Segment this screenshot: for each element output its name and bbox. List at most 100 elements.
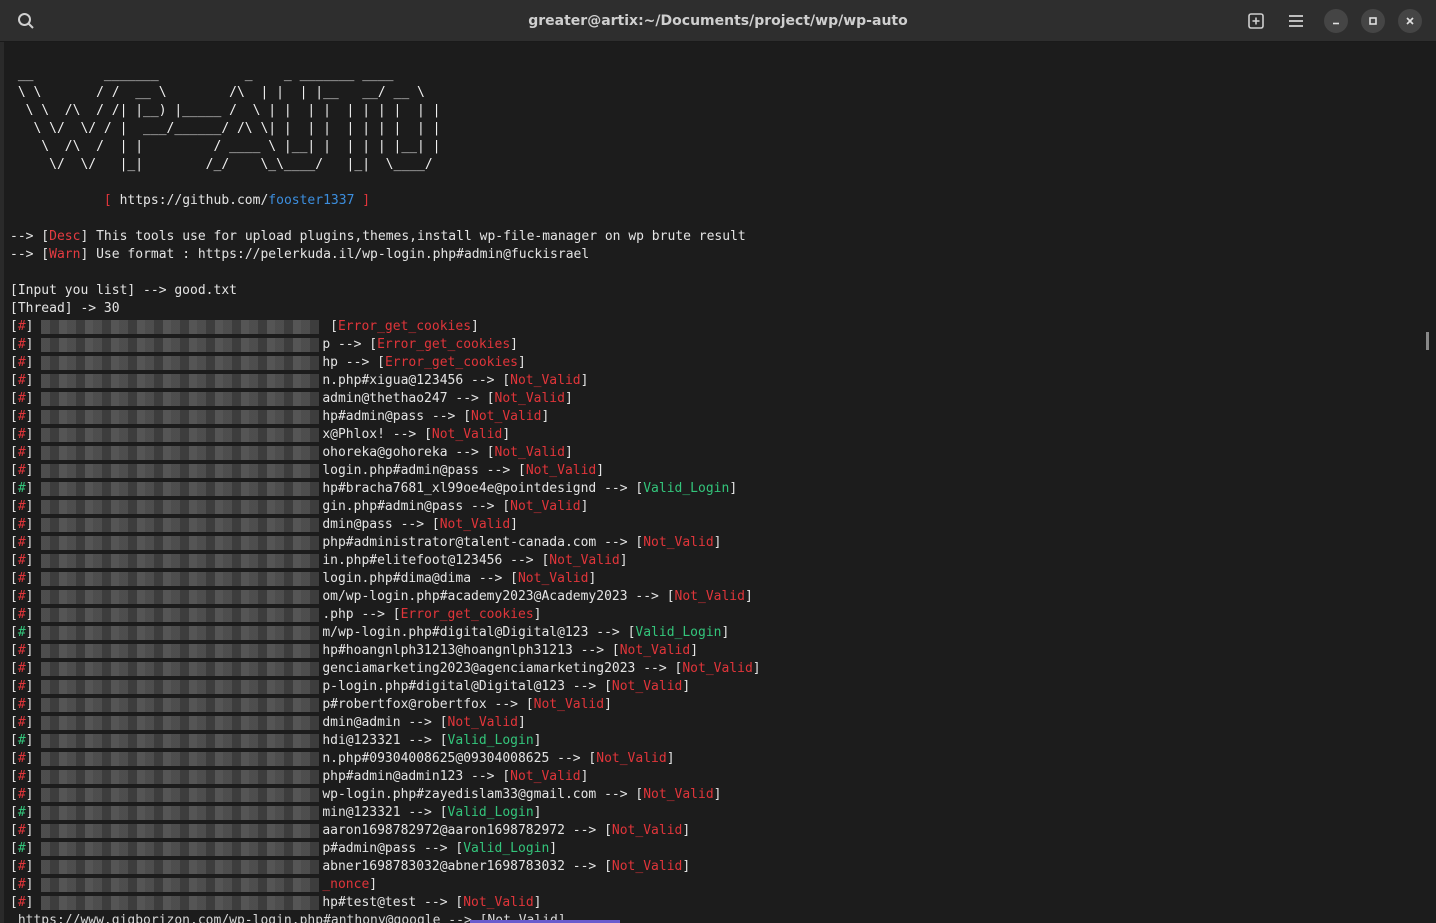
row-credentials: om/wp-login.php#academy2023@Academy2023 … (322, 589, 667, 604)
bracket-open: [ (103, 193, 112, 208)
row-credentials: hp#test@test --> (322, 895, 456, 910)
row-credentials: p#robertfox@robertfox --> (322, 697, 526, 712)
menu-icon[interactable] (1284, 9, 1308, 33)
row-status: [Not_Valid] (604, 679, 691, 694)
terminal-output[interactable]: __ _______ _ _ _______ ____ \ \ / / __ \… (0, 42, 1430, 923)
row-status: [Not_Valid] (424, 427, 511, 442)
row-marker: [#] (10, 859, 42, 874)
maximize-icon[interactable] (1361, 9, 1385, 33)
result-row: [#] genciamarketing2023@agenciamarketing… (10, 660, 761, 678)
row-marker: [#] (10, 553, 42, 568)
github-user-link[interactable]: fooster1337 (268, 193, 354, 208)
row-marker: [#] (10, 517, 42, 532)
row-marker: [#] (10, 751, 42, 766)
new-tab-icon[interactable] (1244, 9, 1268, 33)
result-row: [#] hdi@123321 --> [Valid_Login] (10, 732, 761, 750)
row-marker: [#] (10, 841, 42, 856)
ascii-line: \ \ / / __ \ /\ | | | |__ __/ __ \ (10, 85, 433, 100)
row-marker: [#] (10, 589, 42, 604)
row-credentials: n.php#09304008625@09304008625 --> (322, 751, 589, 766)
row-credentials: m/wp-login.php#digital@Digital@123 --> (322, 625, 628, 640)
row-marker: [#] (10, 625, 42, 640)
result-row: [#] hp#admin@pass --> [Not_Valid] (10, 408, 761, 426)
row-credentials: dmin@pass --> (322, 517, 432, 532)
results-list: [#] [Error_get_cookies] [#] p --> [Error_… (10, 318, 761, 912)
redacted-url (41, 715, 320, 730)
redacted-url (41, 733, 320, 748)
row-credentials: login.php#dima@dima --> (322, 571, 511, 586)
row-status: [Not_Valid] (502, 499, 589, 514)
title-bar: greater@artix:~/Documents/project/wp/wp-… (0, 0, 1436, 42)
arrow: --> (10, 229, 34, 244)
row-credentials: hp#hoangnlph31213@hoangnlph31213 --> (322, 643, 612, 658)
row-status: [Not_Valid] (502, 373, 589, 388)
result-row: [#] dmin@admin --> [Not_Valid] (10, 714, 761, 732)
row-credentials: p-login.php#digital@Digital@123 --> (322, 679, 605, 694)
row-marker: [#] (10, 337, 42, 352)
redacted-url (41, 373, 320, 388)
row-credentials: dmin@admin --> (322, 715, 440, 730)
row-marker: [#] (10, 535, 42, 550)
row-status: [Not_Valid] (611, 643, 699, 658)
redacted-url (41, 787, 320, 802)
redacted-url (41, 625, 320, 640)
row-credentials: p#admin@pass --> (322, 841, 456, 856)
row-status: [Valid_Login] (627, 625, 730, 640)
row-marker: [#] (10, 355, 42, 370)
row-credentials: aaron1698782972@aaron1698782972 --> (322, 823, 605, 838)
row-status: [Not_Valid] (439, 715, 526, 730)
row-status: [Not_Valid] (510, 571, 597, 586)
redacted-url (41, 463, 320, 478)
row-marker: [#] (10, 805, 42, 820)
row-credentials: gin.php#admin@pass --> (322, 499, 503, 514)
row-marker: [#] (10, 607, 42, 622)
result-row: [#] p-login.php#digital@Digital@123 --> … (10, 678, 761, 696)
row-credentials: hp#admin@pass --> (322, 409, 464, 424)
row-status: _nonce] (322, 877, 378, 892)
github-prefix: https://github.com/ (119, 193, 269, 208)
redacted-url (41, 661, 320, 676)
row-marker: [#] (10, 787, 42, 802)
ascii-line: \ /\ / | | / ____ \ |__| | | | | |__| | (10, 139, 441, 154)
row-credentials: hdi@123321 --> (322, 733, 440, 748)
result-row: [#] p#robertfox@robertfox --> [Not_Valid… (10, 696, 761, 714)
row-status: [Not_Valid] (486, 391, 573, 406)
redacted-url (41, 679, 320, 694)
last-line: https://www.gigborizon.com/wp-login.php#… (10, 913, 566, 923)
row-marker: [#] (10, 319, 42, 334)
result-row: [#] n.php#09304008625@09304008625 --> [N… (10, 750, 761, 768)
redacted-url (41, 499, 320, 514)
row-marker: [#] (10, 373, 42, 388)
row-credentials: ohoreka@gohoreka --> (322, 445, 487, 460)
scrollbar[interactable] (1426, 332, 1429, 350)
row-credentials: wp-login.php#zayedislam33@gmail.com --> (322, 787, 636, 802)
minimize-icon[interactable] (1324, 9, 1348, 33)
row-marker: [#] (10, 463, 42, 478)
row-marker: [#] (10, 769, 42, 784)
row-marker: [#] (10, 409, 42, 424)
redacted-url (41, 823, 320, 838)
result-row: [#] x@Phlox! --> [Not_Valid] (10, 426, 761, 444)
result-row: [#] hp#hoangnlph31213@hoangnlph31213 -->… (10, 642, 761, 660)
row-marker: [#] (10, 499, 42, 514)
warn-line: --> [Warn] Use format : https://pelerkud… (10, 247, 590, 262)
row-status: [Valid_Login] (439, 733, 542, 748)
row-credentials: genciamarketing2023@agenciamarketing2023… (322, 661, 675, 676)
ascii-line: \/ \/ |_| /_/ \_\____/ |_| \____/ (10, 157, 441, 172)
result-row: [#] dmin@pass --> [Not_Valid] (10, 516, 761, 534)
redacted-url (41, 553, 320, 568)
row-credentials (322, 319, 330, 334)
row-marker: [#] (10, 697, 42, 712)
result-row: [#] hp#test@test --> [Not_Valid] (10, 894, 761, 912)
result-row: [#] in.php#elitefoot@123456 --> [Not_Val… (10, 552, 761, 570)
close-icon[interactable] (1398, 9, 1422, 33)
result-row: [#] php#admin@admin123 --> [Not_Valid] (10, 768, 761, 786)
redacted-url (41, 895, 320, 910)
row-status: [Not_Valid] (431, 517, 518, 532)
row-status: [Valid_Login] (455, 841, 558, 856)
row-status: [Not_Valid] (666, 589, 753, 604)
input-line: [Input you list] --> good.txt (10, 283, 237, 298)
row-credentials: .php --> (322, 607, 393, 622)
